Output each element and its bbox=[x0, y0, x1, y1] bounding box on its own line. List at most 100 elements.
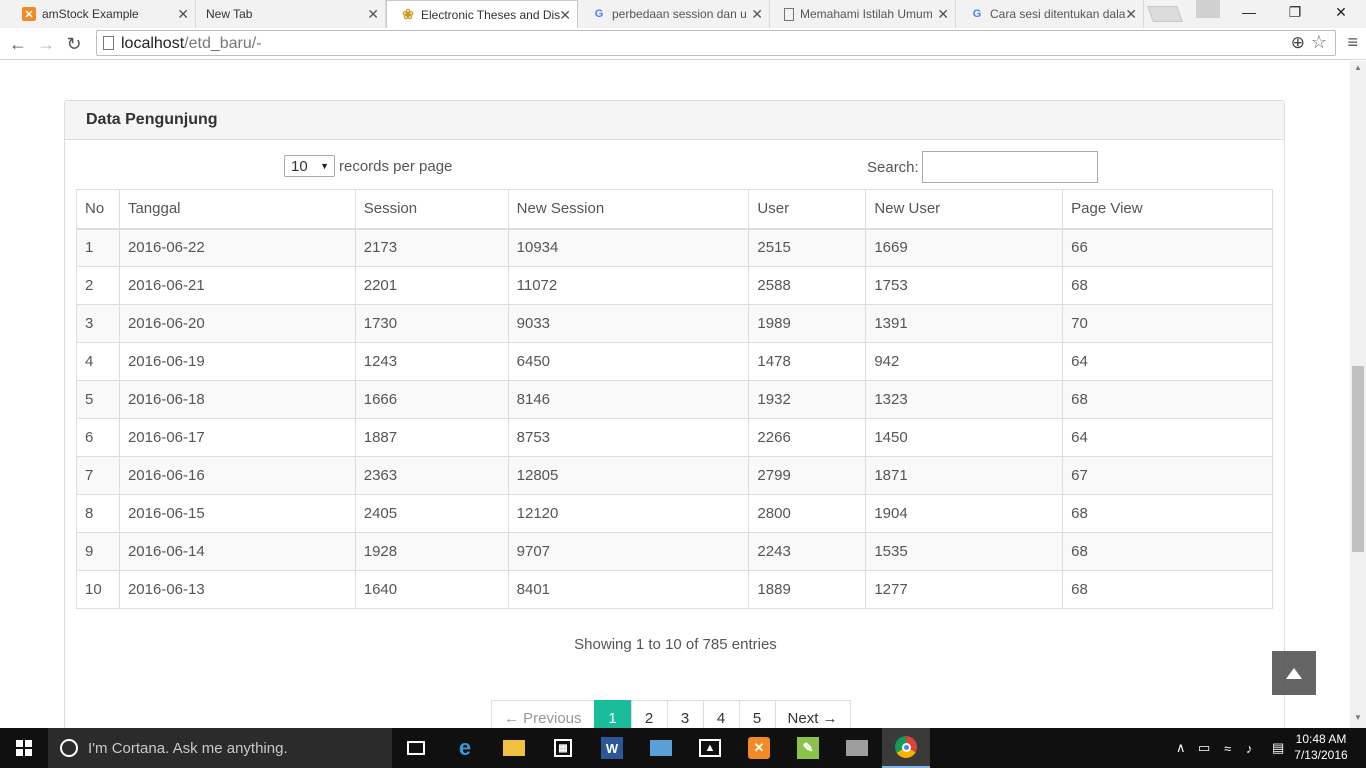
cell-new-user: 1277 bbox=[865, 570, 1064, 609]
visitor-data-panel: Data Pengunjung 10 ▼ records per page Se… bbox=[64, 100, 1285, 728]
dropdown-caret-icon: ▼ bbox=[320, 161, 329, 171]
back-arrow-icon[interactable]: ← bbox=[6, 32, 30, 56]
cell-page-view: 64 bbox=[1062, 418, 1273, 457]
column-header-new-session[interactable]: New Session bbox=[507, 189, 750, 230]
wifi-icon[interactable]: ≈ bbox=[1224, 728, 1231, 768]
cell-new-user: 1450 bbox=[865, 418, 1064, 457]
address-bar[interactable]: localhost/etd_baru/- ⊕ ☆ bbox=[96, 30, 1336, 56]
browser-toolbar: ← → ↻ localhost/etd_baru/- ⊕ ☆ ≡ bbox=[0, 28, 1366, 60]
records-length-control: 10 ▼ records per page bbox=[284, 155, 452, 177]
cell-no: 6 bbox=[76, 418, 120, 457]
tab-memahami-istilah[interactable]: Memahami Istilah Umum ✕ bbox=[770, 0, 956, 28]
page-button-4[interactable]: 4 bbox=[702, 700, 740, 728]
table-row: 4 2016-06-19 1243 6450 1478 942 64 bbox=[76, 342, 1273, 381]
close-tab-icon[interactable]: ✕ bbox=[367, 6, 379, 23]
reload-icon[interactable]: ↻ bbox=[62, 32, 86, 56]
page-button-1[interactable]: 1 bbox=[593, 700, 632, 728]
bookmark-star-icon[interactable]: ☆ bbox=[1311, 32, 1327, 53]
tab-cara-sesi[interactable]: G Cara sesi ditentukan dala ✕ bbox=[956, 0, 1144, 28]
column-header-new-user[interactable]: New User bbox=[865, 189, 1064, 230]
cortana-search-box[interactable]: I'm Cortana. Ask me anything. bbox=[48, 728, 392, 768]
minimize-icon[interactable]: — bbox=[1226, 0, 1272, 24]
cell-new-session: 10934 bbox=[507, 228, 750, 267]
page-icon bbox=[103, 36, 114, 50]
notepad-plus-icon[interactable]: ✎ bbox=[784, 728, 832, 768]
column-header-no[interactable]: No bbox=[76, 189, 120, 230]
task-view-icon[interactable] bbox=[392, 728, 440, 768]
table-body: 1 2016-06-22 2173 10934 2515 1669 66 2 2016-06-2… bbox=[76, 228, 1273, 609]
tab-new-tab[interactable]: New Tab ✕ bbox=[192, 0, 386, 28]
page-button-3[interactable]: 3 bbox=[666, 700, 704, 728]
show-hidden-icons[interactable]: ∧ bbox=[1176, 728, 1186, 768]
new-tab-button[interactable] bbox=[1147, 6, 1183, 22]
cell-tanggal: 2016-06-20 bbox=[118, 304, 356, 343]
cell-new-user: 1753 bbox=[865, 266, 1064, 305]
next-page-button[interactable]: Next → bbox=[774, 700, 851, 728]
page-viewport: Data Pengunjung 10 ▼ records per page Se… bbox=[0, 61, 1350, 728]
cell-new-session: 9707 bbox=[507, 532, 750, 571]
cell-session: 2363 bbox=[354, 456, 509, 495]
close-tab-icon[interactable]: ✕ bbox=[937, 6, 949, 23]
cell-user: 2800 bbox=[748, 494, 867, 533]
page-scrollbar[interactable]: ▲ ▼ bbox=[1350, 61, 1366, 728]
chrome-icon[interactable] bbox=[882, 728, 930, 768]
back-to-top-button[interactable] bbox=[1272, 651, 1316, 695]
cell-user: 2243 bbox=[748, 532, 867, 571]
records-per-page-label: records per page bbox=[339, 157, 453, 175]
scrollbar-thumb[interactable] bbox=[1352, 366, 1364, 552]
cortana-placeholder: I'm Cortana. Ask me anything. bbox=[88, 739, 288, 757]
cell-page-view: 66 bbox=[1062, 228, 1273, 267]
menu-icon[interactable]: ≡ bbox=[1347, 32, 1358, 53]
clock-date: 7/13/2016 bbox=[1294, 748, 1348, 762]
edge-browser-icon[interactable]: e bbox=[441, 728, 489, 768]
tab-perbedaan-session[interactable]: G perbedaan session dan u ✕ bbox=[578, 0, 770, 28]
battery-icon[interactable]: ▭ bbox=[1198, 728, 1210, 768]
close-tab-icon[interactable]: ✕ bbox=[751, 6, 763, 23]
column-header-user[interactable]: User bbox=[748, 189, 867, 230]
close-window-icon[interactable]: ✕ bbox=[1318, 0, 1364, 24]
tab-amstock[interactable]: ✕ amStock Example ✕ bbox=[8, 0, 196, 28]
close-tab-icon[interactable]: ✕ bbox=[177, 6, 189, 23]
user-profile-icon[interactable] bbox=[1196, 0, 1220, 18]
cell-user: 2515 bbox=[748, 228, 867, 267]
previous-page-button[interactable]: ← Previous bbox=[491, 700, 595, 728]
word-icon[interactable]: W bbox=[588, 728, 636, 768]
start-button[interactable] bbox=[0, 728, 48, 768]
cell-user: 1932 bbox=[748, 380, 867, 419]
cell-tanggal: 2016-06-13 bbox=[118, 570, 356, 609]
task-manager-icon[interactable] bbox=[833, 728, 881, 768]
records-per-page-select[interactable]: 10 ▼ bbox=[284, 155, 335, 177]
close-tab-icon[interactable]: ✕ bbox=[559, 7, 571, 24]
cell-no: 8 bbox=[76, 494, 120, 533]
tab-electronic-theses[interactable]: ❀ Electronic Theses and Dis ✕ bbox=[386, 0, 578, 28]
action-center-icon[interactable]: ▤ bbox=[1272, 728, 1284, 768]
column-header-page-view[interactable]: Page View bbox=[1062, 189, 1273, 230]
cell-tanggal: 2016-06-16 bbox=[118, 456, 356, 495]
cell-no: 2 bbox=[76, 266, 120, 305]
system-clock[interactable]: 10:48 AM 7/13/2016 bbox=[1290, 731, 1352, 763]
volume-icon[interactable]: ♪ bbox=[1246, 728, 1253, 768]
restore-icon[interactable]: ❐ bbox=[1272, 0, 1318, 24]
cell-new-user: 1904 bbox=[865, 494, 1064, 533]
column-header-tanggal[interactable]: Tanggal bbox=[118, 189, 356, 230]
cell-user: 2588 bbox=[748, 266, 867, 305]
scroll-up-arrow-icon[interactable]: ▲ bbox=[1354, 63, 1362, 72]
close-tab-icon[interactable]: ✕ bbox=[1125, 6, 1137, 23]
scroll-down-arrow-icon[interactable]: ▼ bbox=[1354, 713, 1362, 722]
cell-new-user: 1669 bbox=[865, 228, 1064, 267]
page-button-5[interactable]: 5 bbox=[738, 700, 776, 728]
photos-icon[interactable]: ▲ bbox=[686, 728, 734, 768]
cell-session: 1243 bbox=[354, 342, 509, 381]
cell-page-view: 70 bbox=[1062, 304, 1273, 343]
forward-arrow-icon[interactable]: → bbox=[34, 32, 58, 56]
zoom-icon[interactable]: ⊕ bbox=[1291, 33, 1305, 53]
control-panel-icon[interactable] bbox=[637, 728, 685, 768]
page-button-2[interactable]: 2 bbox=[630, 700, 668, 728]
column-header-session[interactable]: Session bbox=[354, 189, 509, 230]
search-input[interactable] bbox=[921, 151, 1098, 183]
file-explorer-icon[interactable] bbox=[490, 728, 538, 768]
cell-page-view: 64 bbox=[1062, 342, 1273, 381]
store-icon[interactable]: ▦ bbox=[539, 728, 587, 768]
xampp-icon[interactable]: ✕ bbox=[735, 728, 783, 768]
table-row: 10 2016-06-13 1640 8401 1889 1277 68 bbox=[76, 570, 1273, 609]
